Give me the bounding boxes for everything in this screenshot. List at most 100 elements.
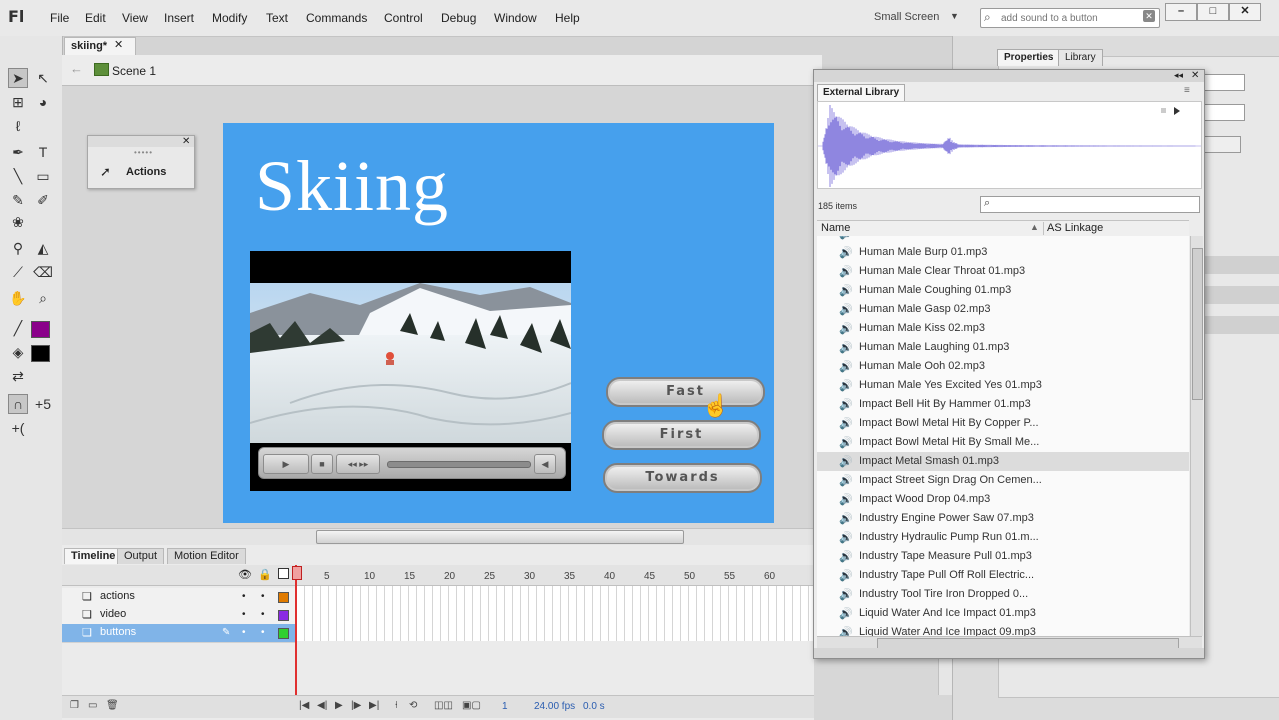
layer-color-swatch[interactable]: [278, 592, 289, 603]
collapse-icon[interactable]: ◂◂: [1174, 70, 1183, 81]
property-dropdown[interactable]: [1203, 104, 1245, 121]
play-icon[interactable]: ▶: [335, 700, 343, 711]
eye-icon[interactable]: 👁: [238, 568, 252, 581]
frame-rate[interactable]: 24.00 fps: [534, 701, 575, 712]
new-folder-icon[interactable]: ▭: [88, 700, 97, 711]
menu-insert[interactable]: Insert: [164, 11, 194, 25]
panel-titlebar[interactable]: [88, 136, 194, 147]
lock-dot[interactable]: •: [261, 591, 265, 602]
free-transform-tool-icon[interactable]: ⊞: [8, 92, 28, 112]
layer-name[interactable]: video: [100, 608, 126, 620]
library-search[interactable]: ⌕: [980, 196, 1200, 213]
layer-row[interactable]: ❏ video • •: [62, 606, 295, 625]
library-item[interactable]: 🔊 Human Male Kiss 02.mp3: [817, 319, 1189, 338]
stop-button[interactable]: ■: [311, 454, 333, 474]
fast-button[interactable]: Fast: [606, 377, 765, 407]
library-item[interactable]: 🔊 Human Male Coughing 01.mp3: [817, 281, 1189, 300]
property-button[interactable]: [1203, 136, 1241, 153]
line-tool-icon[interactable]: ╲: [8, 166, 28, 186]
lasso-tool-icon[interactable]: ℓ: [8, 116, 28, 136]
library-item[interactable]: 🔊 Impact Bowl Metal Hit By Copper P...: [817, 414, 1189, 433]
new-layer-icon[interactable]: ❐: [70, 700, 79, 711]
stage-title[interactable]: Skiing: [255, 145, 449, 228]
actions-label[interactable]: Actions: [126, 166, 166, 178]
library-vscroll[interactable]: [1190, 236, 1203, 636]
library-item[interactable]: 🔊 Human Male Ooh 02.mp3: [817, 357, 1189, 376]
library-item[interactable]: 🔊 Human Male Laughing 01.mp3: [817, 338, 1189, 357]
close-icon[interactable]: ✕: [114, 38, 123, 51]
tab-library[interactable]: Library: [1058, 49, 1103, 66]
layer-color-swatch[interactable]: [278, 610, 289, 621]
straighten-icon[interactable]: +(: [8, 418, 28, 438]
subselection-tool-icon[interactable]: ↖: [33, 68, 53, 88]
column-name[interactable]: Name: [821, 222, 850, 234]
column-divider[interactable]: [1043, 222, 1044, 235]
help-search-input[interactable]: [1001, 11, 1139, 25]
towards-button[interactable]: Towards: [603, 463, 762, 493]
library-item[interactable]: 🔊 Impact Street Sign Drag On Cemen...: [817, 471, 1189, 490]
first-button[interactable]: First: [602, 420, 761, 450]
go-to-last-frame-icon[interactable]: ▶|: [369, 700, 379, 711]
library-item[interactable]: 🔊 Human Male Yes Excited Yes 01.mp3: [817, 376, 1189, 395]
tab-motion-editor[interactable]: Motion Editor: [167, 548, 246, 564]
stroke-color-icon[interactable]: ╱: [8, 318, 28, 338]
property-field[interactable]: [1203, 74, 1245, 91]
menu-text[interactable]: Text: [266, 11, 288, 25]
close-icon[interactable]: ✕: [1191, 70, 1199, 81]
pencil-tool-icon[interactable]: ✎: [8, 190, 28, 210]
library-item[interactable]: 🔊 Human Male Gasp 02.mp3: [817, 300, 1189, 319]
menu-commands[interactable]: Commands: [306, 11, 367, 25]
stroke-color-swatch[interactable]: [31, 321, 50, 338]
library-item[interactable]: 🔊 Human Male Burp 01.mp3: [817, 243, 1189, 262]
playhead[interactable]: [295, 565, 297, 705]
layer-row[interactable]: ❏ actions • •: [62, 588, 295, 607]
tab-output[interactable]: Output: [117, 548, 165, 564]
layer-name[interactable]: actions: [100, 590, 135, 602]
library-item[interactable]: 🔊 Impact Bowl Metal Hit By Small Me...: [817, 433, 1189, 452]
fill-color-icon[interactable]: ◈: [8, 342, 28, 362]
bone-tool-icon[interactable]: ⚲: [8, 238, 28, 258]
seek-bar[interactable]: [387, 461, 531, 468]
library-item[interactable]: 🔊 Industry Tape Measure Pull 01.mp3: [817, 547, 1189, 566]
eyedropper-tool-icon[interactable]: ⟋: [8, 262, 28, 282]
pen-tool-icon[interactable]: ✒: [8, 142, 28, 162]
document-tab[interactable]: skiing*: [64, 37, 136, 55]
library-item[interactable]: 🔊 Industry Engine Power Saw 07.mp3: [817, 509, 1189, 528]
menu-help[interactable]: Help: [555, 11, 580, 25]
tab-properties[interactable]: Properties: [997, 49, 1061, 66]
snap-to-objects-icon[interactable]: ∩: [8, 394, 28, 414]
scene-label[interactable]: Scene 1: [112, 64, 156, 78]
library-search-input[interactable]: [999, 198, 1195, 210]
sort-icon[interactable]: ▲: [1030, 222, 1039, 232]
back-arrow-icon[interactable]: ←: [70, 61, 83, 76]
brush-tool-icon[interactable]: ✐: [33, 190, 53, 210]
menu-edit[interactable]: Edit: [85, 11, 106, 25]
library-item[interactable]: 🔊 Impact Wood Drop 04.mp3: [817, 490, 1189, 509]
library-item[interactable]: 🔊 Impact Bell Hit By Hammer 01.mp3: [817, 395, 1189, 414]
menu-debug[interactable]: Debug: [441, 11, 476, 25]
loop-icon[interactable]: ⟲: [409, 700, 417, 711]
library-item[interactable]: 🔊 Industry Tool Tire Iron Dropped 0...: [817, 585, 1189, 604]
zoom-tool-icon[interactable]: ⌕: [33, 288, 53, 308]
eraser-tool-icon[interactable]: ⌫: [33, 262, 53, 282]
volume-button[interactable]: ◀: [534, 454, 556, 474]
layer-row-selected[interactable]: ❏ buttons ✎ • •: [62, 624, 295, 643]
minimize-button[interactable]: –: [1165, 3, 1197, 21]
delete-layer-icon[interactable]: 🗑: [106, 700, 119, 711]
center-frame-icon[interactable]: ⍿: [395, 700, 398, 711]
seek-buttons[interactable]: ◂◂ ▸▸: [336, 454, 380, 474]
swap-colors-icon[interactable]: ⇄: [8, 366, 28, 386]
selection-tool-icon[interactable]: ➤: [8, 68, 28, 88]
chevron-down-icon[interactable]: ▼: [950, 11, 959, 21]
library-item[interactable]: 🔊 Liquid Water And Ice Impact 09.mp3: [817, 623, 1189, 636]
workspace-switcher[interactable]: Small Screen: [874, 11, 939, 23]
visibility-dot[interactable]: •: [242, 627, 246, 638]
column-linkage[interactable]: AS Linkage: [1047, 222, 1103, 234]
layer-name[interactable]: buttons: [100, 626, 136, 638]
layer-color-swatch[interactable]: [278, 628, 289, 639]
close-icon[interactable]: ✕: [182, 136, 190, 147]
go-to-first-frame-icon[interactable]: |◀: [299, 700, 309, 711]
menu-control[interactable]: Control: [384, 11, 423, 25]
playhead-handle[interactable]: [292, 566, 302, 580]
library-item[interactable]: 🔊 Human Male Clear Throat 01.mp3: [817, 262, 1189, 281]
